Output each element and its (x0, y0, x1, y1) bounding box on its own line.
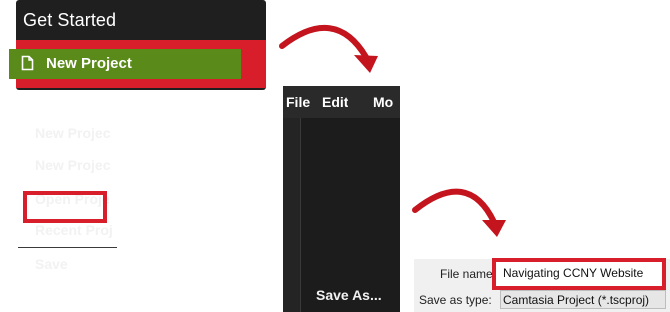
file-name-value: Navigating CCNY Website (503, 266, 644, 280)
file-name-label: File name: (440, 267, 497, 281)
save-as-type-label: Save as type: (419, 293, 492, 307)
save-as-type-value: Camtasia Project (*.tscproj) (503, 293, 650, 307)
tutorial-stage: Get Started New Project File Edit Mo New… (0, 0, 670, 312)
